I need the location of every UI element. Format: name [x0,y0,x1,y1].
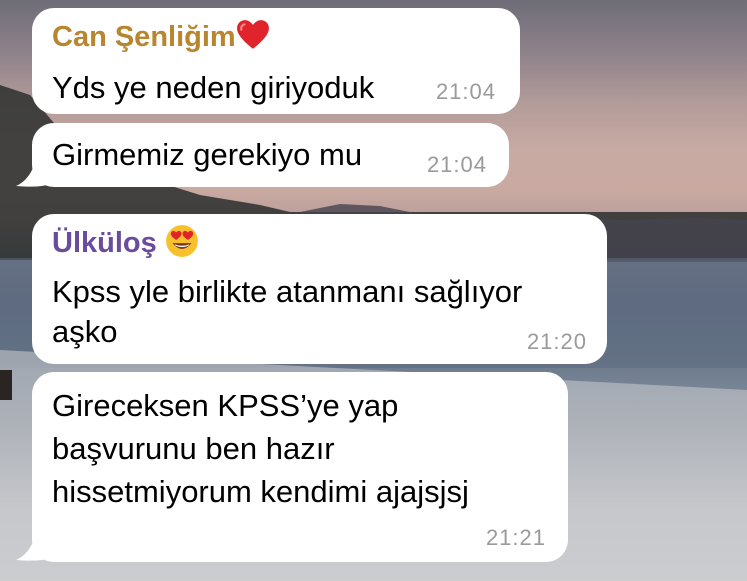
message-bubble-2[interactable]: Girmemiz gerekiyo mu 21:04 [32,123,509,187]
bubble-tail [16,534,50,561]
sender-name[interactable]: Can Şenliğim [52,18,500,54]
message-time: 21:20 [526,329,587,354]
heart-eyes-emoji-icon [165,225,198,257]
message-time: 21:04 [435,79,496,104]
message-time: 21:04 [426,152,487,177]
sender-name[interactable]: Ülküloş [52,224,587,260]
message-text: Yds ye neden giriyoduk [52,70,375,105]
message-text: Gireceksen KPSS’ye yap başvurunu ben haz… [52,388,469,509]
message-text: Kpss yle birlikte atanmanı sağlıyor aşko [52,274,523,349]
message-bubble-4[interactable]: Gireceksen KPSS’ye yap başvurunu ben haz… [32,372,568,562]
message-text: Girmemiz gerekiyo mu [52,137,363,172]
message-bubble-1[interactable]: Can Şenliğim Yds ye neden giriyoduk 21:0… [32,8,520,114]
bubble-tail [16,160,50,187]
red-heart-icon [236,20,269,49]
message-time: 21:21 [485,525,546,550]
message-bubble-3[interactable]: Ülküloş Kpss yle birlikte atanmanı sağlı… [32,214,607,364]
